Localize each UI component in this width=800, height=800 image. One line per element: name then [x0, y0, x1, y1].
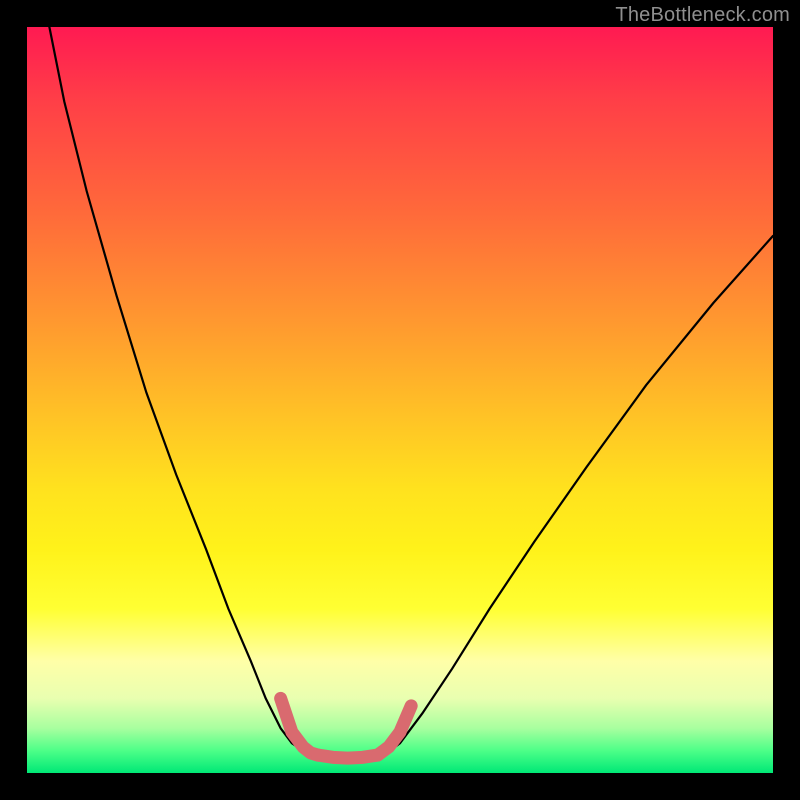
plot-area [27, 27, 773, 773]
chart-frame: TheBottleneck.com [0, 0, 800, 800]
accent-overlay-left [281, 698, 318, 755]
watermark-text: TheBottleneck.com [615, 4, 790, 27]
curve-left-branch [49, 27, 310, 754]
accent-overlay-floor [318, 755, 378, 758]
accent-overlay-right [378, 706, 412, 755]
curve-right-branch [385, 236, 773, 754]
chart-svg [27, 27, 773, 773]
